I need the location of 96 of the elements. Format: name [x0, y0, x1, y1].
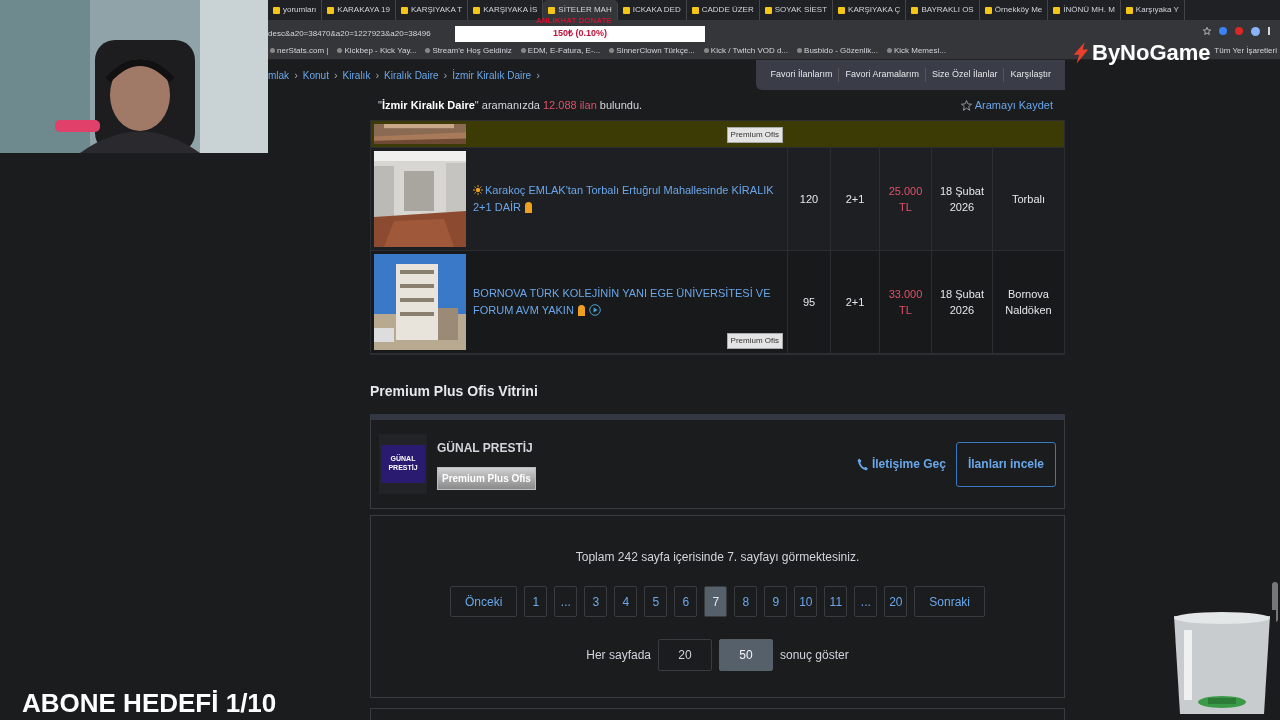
breadcrumb-separator: ›	[443, 67, 448, 83]
page-button[interactable]: ...	[554, 586, 578, 617]
bookmark-item[interactable]: Kickbep - Kick Yay...	[337, 44, 417, 57]
favicon-icon	[1053, 6, 1061, 14]
pin-icon	[525, 202, 533, 213]
breadcrumb-link[interactable]: Kiralık Daire	[384, 67, 439, 83]
listing-title-link[interactable]: Karakoç EMLAK'tan Torbalı Ertuğrul Mahallesinde KİRALIK 2+1 DAİR	[473, 182, 781, 216]
table-cell-text: 120	[799, 192, 819, 207]
breadcrumb-separator: ›	[375, 67, 380, 83]
globe-icon	[797, 48, 803, 53]
favicon-icon	[984, 6, 992, 14]
globe-icon	[270, 48, 275, 53]
per-page-label: Her sayfada	[586, 647, 651, 664]
page-button[interactable]: 5	[644, 586, 668, 617]
nav-link[interactable]: Karşılaştır	[1003, 68, 1057, 82]
breadcrumb-link[interactable]: mlak	[268, 67, 290, 83]
contact-link[interactable]: İletişime Geç	[856, 455, 946, 473]
sponsor-logo: ByNoGame	[1072, 36, 1211, 69]
goal-caption: ABONE HEDEFİ 1/10	[22, 687, 277, 720]
breadcrumb-separator: ›	[536, 67, 540, 83]
favicon-icon	[622, 6, 630, 14]
favicon-icon	[838, 6, 846, 14]
profile-avatar[interactable]	[1251, 26, 1260, 36]
section-title: Premium Plus Ofis Vitrini	[370, 382, 539, 401]
globe-icon	[520, 48, 526, 53]
table-cell-text: Bornova Naldöken	[1004, 287, 1053, 318]
star-icon[interactable]	[1203, 27, 1211, 35]
listing-title-link[interactable]: BORNOVA TÜRK KOLEJİNİN YANI EGE ÜNİVERSİTESİ VE FORUM AVM YAKIN	[473, 285, 781, 319]
page-button[interactable]: 8	[734, 586, 758, 617]
page-summary: Toplam 242 sayfa içerisinde 7. sayfayı görmektesiniz.	[575, 549, 860, 566]
page-button[interactable]: 4	[614, 586, 638, 617]
per-page-option[interactable]: 50	[719, 639, 773, 671]
breadcrumb-link[interactable]: Kiralık	[342, 67, 371, 83]
table-cell-text: 95	[802, 295, 816, 310]
page-button[interactable]: 7	[704, 586, 728, 617]
globe-icon	[703, 48, 709, 53]
favicon-icon	[400, 6, 408, 14]
favicon-icon	[764, 6, 772, 14]
favicon-icon	[273, 6, 280, 14]
table-cell-text: 18 Şubat 2026	[938, 184, 985, 215]
save-search-button[interactable]: Aramayı Kaydet	[960, 96, 1053, 114]
breadcrumb-separator: ›	[294, 67, 298, 83]
donation-amount: 150₺ (0.10%)	[553, 27, 607, 41]
tier-badge: Premium Ofis	[726, 333, 783, 349]
nav-link[interactable]: Size Özel İlanlar	[924, 68, 1004, 82]
globe-icon	[425, 48, 431, 53]
tier-badge: Premium Plus Ofis	[437, 466, 536, 490]
breadcrumb-link[interactable]: İzmir Kiralık Daire	[452, 67, 532, 83]
page-button[interactable]: ...	[854, 586, 878, 617]
favicon-icon	[327, 6, 335, 14]
page-button[interactable]: Sonraki	[914, 586, 985, 617]
bookmark-folder[interactable]: Tüm Yer İşaretleri	[1214, 44, 1280, 57]
table-cell-text: 2+1	[845, 192, 865, 207]
per-page-suffix: sonuç göster	[780, 647, 849, 664]
bookmark-item[interactable]: Kick Memesi...	[886, 44, 946, 57]
search-summary: "İzmir Kiralık Daire" aramanızda 12.088 ilan bulundu.	[378, 97, 643, 113]
bookmark-item[interactable]: Busbido - Gözenlik...	[797, 44, 878, 57]
page-button[interactable]: 11	[824, 586, 848, 617]
page-button[interactable]: 9	[764, 586, 788, 617]
table-cell-text: 25.000 TL	[887, 184, 924, 215]
page-button[interactable]: Önceki	[449, 586, 518, 617]
globe-icon	[337, 48, 343, 53]
nav-link[interactable]: Favori İlanlarım	[764, 68, 839, 82]
play-icon[interactable]	[588, 304, 601, 316]
address-field[interactable]: desc&a20=38470&a20=1227923&a20=38496	[268, 29, 431, 38]
breadcrumb-link[interactable]: Konut	[302, 67, 329, 83]
per-page-option[interactable]: 20	[658, 639, 712, 671]
favicon-icon	[1125, 6, 1133, 14]
bookmark-item[interactable]: SinnerClown Türkçe...	[609, 44, 695, 57]
page-button[interactable]: 1	[524, 586, 548, 617]
page-button[interactable]: 10	[794, 586, 818, 617]
tier-badge: Premium Ofis	[726, 127, 783, 143]
table-cell-text: 18 Şubat 2026	[938, 287, 985, 318]
phone-icon	[856, 457, 868, 471]
breadcrumb-separator: ›	[333, 67, 338, 83]
bookmark-item[interactable]: nerStats.com |	[270, 44, 329, 57]
page-button[interactable]: 3	[584, 586, 608, 617]
table-cell-text: Torbalı	[1012, 192, 1045, 207]
favicon-icon	[548, 6, 556, 14]
globe-icon	[886, 48, 892, 53]
bookmark-item[interactable]: Stream'e Hoş Geldiniz	[425, 44, 512, 57]
star-icon	[960, 99, 972, 111]
office-name[interactable]: GÜNAL PRESTİJ	[437, 438, 536, 457]
bookmark-item[interactable]: Kick / Twitch VOD d...	[703, 44, 789, 57]
favicon-icon	[911, 6, 919, 14]
table-cell-text: 33.000 TL	[887, 287, 924, 318]
table-cell-text: 2+1	[845, 295, 865, 310]
page-button[interactable]: 6	[674, 586, 698, 617]
favicon-icon	[691, 6, 699, 14]
favicon-icon	[473, 6, 481, 14]
nav-link[interactable]: Favori Aramalarım	[838, 68, 925, 82]
pin-icon	[577, 305, 585, 316]
view-listings-button[interactable]: İlanları incele	[955, 441, 1056, 487]
bookmark-item[interactable]: EDM, E-Fatura, E-...	[520, 44, 601, 57]
page-button[interactable]: 20	[884, 586, 908, 617]
globe-icon	[609, 48, 615, 53]
